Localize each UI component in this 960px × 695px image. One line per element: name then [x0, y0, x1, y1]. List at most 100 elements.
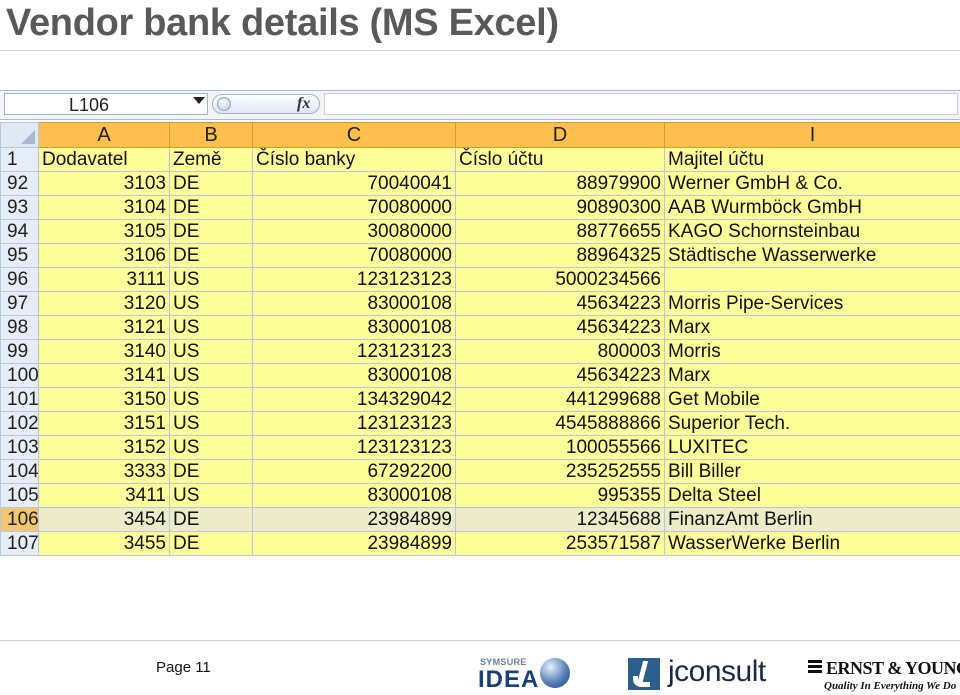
row-header[interactable]: 104 — [0, 459, 39, 484]
table-cell[interactable]: 3411 — [38, 483, 170, 508]
column-header-b[interactable]: B — [169, 122, 253, 148]
table-cell[interactable]: DE — [169, 171, 253, 196]
table-cell[interactable]: DE — [169, 531, 253, 556]
table-cell[interactable]: LUXITEC — [664, 435, 960, 460]
table-cell[interactable]: 5000234566 — [455, 267, 665, 292]
table-cell[interactable]: Marx — [664, 363, 960, 388]
name-box[interactable]: L106 — [4, 93, 208, 115]
table-cell[interactable]: Bill Biller — [664, 459, 960, 484]
table-cell[interactable]: US — [169, 363, 253, 388]
table-cell[interactable]: DE — [169, 459, 253, 484]
row-header[interactable]: 107 — [0, 531, 39, 556]
table-cell[interactable]: 45634223 — [455, 291, 665, 316]
table-cell[interactable]: FinanzAmt Berlin — [664, 507, 960, 532]
column-header-a[interactable]: A — [38, 122, 170, 148]
table-cell[interactable]: 235252555 — [455, 459, 665, 484]
table-cell[interactable]: 23984899 — [252, 507, 456, 532]
table-cell[interactable]: Číslo banky — [252, 147, 456, 172]
table-cell[interactable]: 3140 — [38, 339, 170, 364]
table-cell[interactable]: 3105 — [38, 219, 170, 244]
table-cell[interactable]: WasserWerke Berlin — [664, 531, 960, 556]
table-cell[interactable]: Werner GmbH & Co. — [664, 171, 960, 196]
table-cell[interactable]: 3121 — [38, 315, 170, 340]
table-cell[interactable]: Get Mobile — [664, 387, 960, 412]
table-cell[interactable]: 83000108 — [252, 315, 456, 340]
table-cell[interactable]: 3454 — [38, 507, 170, 532]
table-cell[interactable]: 45634223 — [455, 315, 665, 340]
table-cell[interactable]: 134329042 — [252, 387, 456, 412]
table-cell[interactable]: 995355 — [455, 483, 665, 508]
table-cell[interactable]: 88964325 — [455, 243, 665, 268]
table-cell[interactable]: DE — [169, 243, 253, 268]
table-cell[interactable]: 123123123 — [252, 339, 456, 364]
formula-input[interactable] — [324, 93, 958, 115]
row-header[interactable]: 94 — [0, 219, 39, 244]
table-cell[interactable]: 88776655 — [455, 219, 665, 244]
table-cell[interactable]: 3152 — [38, 435, 170, 460]
table-cell[interactable]: 3141 — [38, 363, 170, 388]
table-cell[interactable]: Země — [169, 147, 253, 172]
table-cell[interactable]: Číslo účtu — [455, 147, 665, 172]
table-cell[interactable]: 123123123 — [252, 411, 456, 436]
table-cell[interactable]: 23984899 — [252, 531, 456, 556]
row-header[interactable]: 101 — [0, 387, 39, 412]
table-cell[interactable]: 3106 — [38, 243, 170, 268]
table-cell[interactable]: 83000108 — [252, 483, 456, 508]
table-cell[interactable]: DE — [169, 219, 253, 244]
table-cell[interactable]: 4545888866 — [455, 411, 665, 436]
insert-function-icon[interactable]: fx — [297, 95, 310, 113]
row-header[interactable]: 103 — [0, 435, 39, 460]
table-cell[interactable]: 3103 — [38, 171, 170, 196]
table-cell[interactable]: US — [169, 339, 253, 364]
table-cell[interactable]: 83000108 — [252, 363, 456, 388]
table-cell[interactable]: 123123123 — [252, 435, 456, 460]
row-header[interactable]: 106 — [0, 507, 39, 532]
chevron-down-icon[interactable] — [193, 97, 205, 104]
table-cell[interactable]: 123123123 — [252, 267, 456, 292]
table-cell[interactable]: US — [169, 387, 253, 412]
table-cell[interactable]: 3104 — [38, 195, 170, 220]
table-cell[interactable]: 3333 — [38, 459, 170, 484]
table-cell[interactable]: 30080000 — [252, 219, 456, 244]
table-cell[interactable]: US — [169, 411, 253, 436]
table-cell[interactable]: 83000108 — [252, 291, 456, 316]
formula-splitter-icon[interactable] — [217, 97, 231, 111]
table-cell[interactable]: DE — [169, 507, 253, 532]
row-header[interactable]: 99 — [0, 339, 39, 364]
row-header[interactable]: 105 — [0, 483, 39, 508]
table-cell[interactable]: 3151 — [38, 411, 170, 436]
table-cell[interactable]: Marx — [664, 315, 960, 340]
table-cell[interactable]: AAB Wurmböck GmbH — [664, 195, 960, 220]
table-cell[interactable]: US — [169, 291, 253, 316]
row-header[interactable]: 92 — [0, 171, 39, 196]
table-cell[interactable]: US — [169, 483, 253, 508]
table-cell[interactable]: 3120 — [38, 291, 170, 316]
table-cell[interactable]: 800003 — [455, 339, 665, 364]
column-header-i[interactable]: I — [664, 122, 960, 148]
table-cell[interactable]: Dodavatel — [38, 147, 170, 172]
table-cell[interactable]: 70040041 — [252, 171, 456, 196]
table-cell[interactable]: 70080000 — [252, 195, 456, 220]
row-header[interactable]: 97 — [0, 291, 39, 316]
column-header-d[interactable]: D — [455, 122, 665, 148]
table-cell[interactable]: Majitel účtu — [664, 147, 960, 172]
table-cell[interactable]: 253571587 — [455, 531, 665, 556]
table-cell[interactable]: US — [169, 267, 253, 292]
column-header-c[interactable]: C — [252, 122, 456, 148]
table-cell[interactable]: 88979900 — [455, 171, 665, 196]
table-cell[interactable]: 3455 — [38, 531, 170, 556]
row-header[interactable]: 93 — [0, 195, 39, 220]
table-cell[interactable]: 67292200 — [252, 459, 456, 484]
table-cell[interactable]: 70080000 — [252, 243, 456, 268]
row-header[interactable]: 95 — [0, 243, 39, 268]
table-cell[interactable]: 45634223 — [455, 363, 665, 388]
row-header[interactable]: 96 — [0, 267, 39, 292]
table-cell[interactable]: Morris Pipe-Services — [664, 291, 960, 316]
table-cell[interactable] — [664, 267, 960, 292]
table-cell[interactable]: 441299688 — [455, 387, 665, 412]
table-cell[interactable]: US — [169, 315, 253, 340]
table-cell[interactable]: 90890300 — [455, 195, 665, 220]
row-header[interactable]: 1 — [0, 147, 39, 172]
table-cell[interactable]: Delta Steel — [664, 483, 960, 508]
table-cell[interactable]: 12345688 — [455, 507, 665, 532]
